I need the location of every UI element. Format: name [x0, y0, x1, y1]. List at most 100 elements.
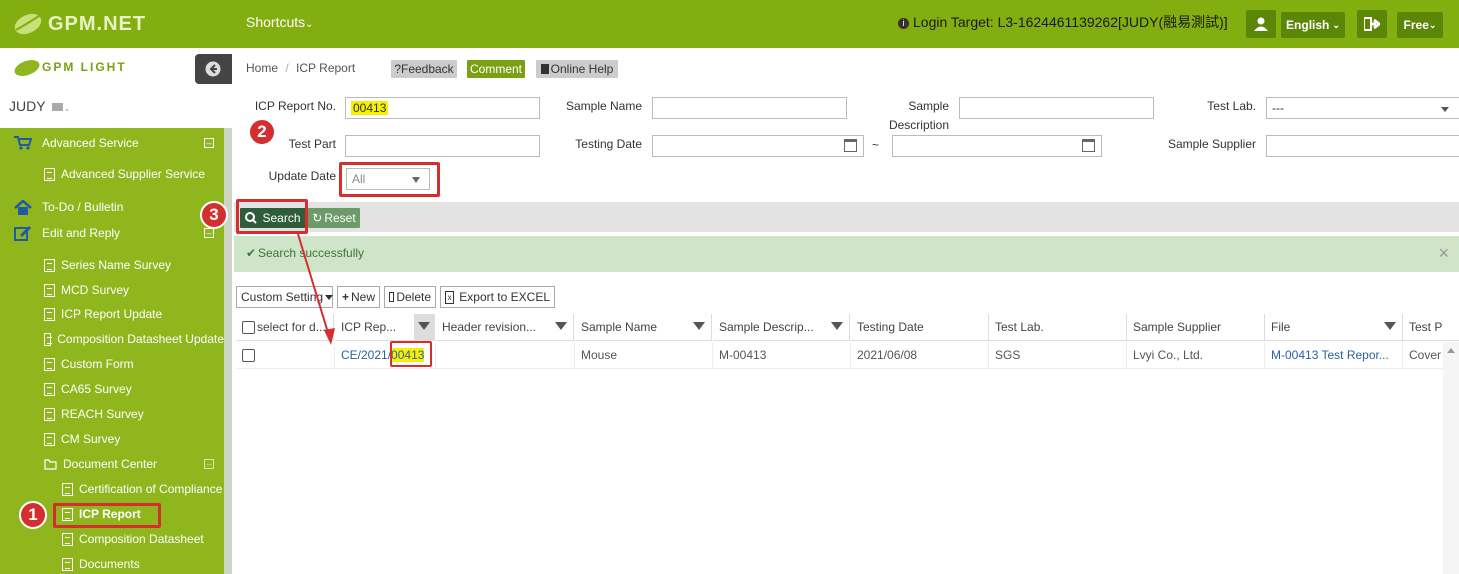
icp-report-no-input[interactable]: 00413 — [345, 97, 540, 119]
reset-label: Reset — [324, 211, 356, 225]
sidebar-item-ca65-survey[interactable]: CA65 Survey — [44, 378, 232, 400]
highlight-box-icp-report — [53, 503, 161, 528]
sample-name-input[interactable] — [652, 97, 847, 119]
export-excel-button[interactable]: x Export to EXCEL — [440, 286, 555, 308]
filter-icon[interactable] — [693, 322, 705, 330]
custom-setting-dropdown[interactable]: Custom Setting — [236, 286, 334, 308]
sidebar-item-reach-survey[interactable]: REACH Survey — [44, 403, 232, 425]
breadcrumb-home[interactable]: Home — [246, 61, 278, 75]
testing-date-to-input[interactable] — [892, 135, 1102, 157]
scroll-up-icon[interactable] — [1447, 348, 1455, 353]
filter-icon[interactable] — [831, 322, 843, 330]
collapse-icon[interactable]: – — [204, 138, 214, 148]
icp-report-no-label: ICP Report No. — [254, 99, 336, 113]
main-content: Home / ICP Report ?Feedback Comment Onli… — [234, 48, 1459, 574]
filter-icon[interactable] — [1384, 322, 1396, 330]
filter-icon[interactable] — [414, 314, 434, 340]
feedback-label: ?Feedback — [394, 62, 454, 76]
column-header-file[interactable]: File — [1265, 314, 1403, 341]
sidebar-item-icp-report-update[interactable]: ICP Report Update — [44, 303, 232, 325]
sidebar-item-composition-datasheet[interactable]: Composition Datasheet — [62, 528, 222, 550]
column-header-test-lab[interactable]: Test Lab. — [989, 314, 1127, 341]
callout-badge-2: 2 — [248, 118, 276, 146]
sidebar-item-series-name-survey[interactable]: Series Name Survey — [44, 254, 232, 276]
column-header-select[interactable]: select for d... — [236, 314, 334, 341]
callout-badge-3: 3 — [200, 201, 228, 229]
test-part-input[interactable] — [345, 135, 540, 157]
plan-button[interactable]: Free ⌄ — [1397, 12, 1443, 38]
highlight-box-update-date — [339, 162, 440, 197]
sample-description-input[interactable] — [959, 97, 1154, 119]
collapse-icon[interactable]: – — [204, 459, 214, 469]
file-link[interactable]: M-00413 Test Repor... — [1271, 348, 1389, 362]
sidebar-item-document-center[interactable]: Document Center – — [44, 453, 232, 475]
chevron-down-icon: ⌄ — [1332, 19, 1340, 30]
logout-button[interactable] — [1357, 10, 1387, 38]
close-icon[interactable]: × — [1438, 243, 1449, 264]
caret-down-icon — [1441, 107, 1449, 112]
reset-button[interactable]: ↻ Reset — [308, 208, 360, 228]
grid-vertical-scrollbar[interactable] — [1443, 342, 1459, 574]
delete-button[interactable]: Delete — [384, 286, 436, 308]
edit-icon — [14, 226, 31, 241]
comment-button[interactable]: Comment — [467, 60, 525, 78]
new-button[interactable]: + New — [337, 286, 380, 308]
plus-icon: + — [342, 290, 350, 304]
filter-icon[interactable] — [555, 322, 567, 330]
shortcuts-menu[interactable]: Shortcuts⌄ — [246, 14, 314, 30]
sidebar-item-label: ICP Report Update — [61, 307, 163, 321]
icp-report-link-prefix[interactable]: CE/2021/ — [341, 348, 391, 362]
refresh-icon: ↻ — [312, 211, 323, 225]
login-target-text: Login Target: L3-1624461139262[JUDY(融易測試… — [913, 14, 1228, 30]
column-header-label: Test Lab. — [995, 320, 1044, 334]
column-header-sample-supplier[interactable]: Sample Supplier — [1127, 314, 1265, 341]
gpm-logo[interactable]: GPM.NET — [10, 8, 170, 40]
sidebar-item-documents[interactable]: Documents — [62, 553, 222, 574]
column-header-sample-description[interactable]: Sample Descrip... — [713, 314, 850, 341]
document-icon — [62, 482, 73, 496]
new-label: New — [351, 290, 376, 304]
breadcrumb-separator: / — [285, 61, 289, 75]
online-help-button[interactable]: Online Help — [536, 60, 618, 78]
sidebar-item-cm-survey[interactable]: CM Survey — [44, 428, 232, 450]
collapse-sidebar-button[interactable] — [195, 54, 232, 84]
callout-badge-1: 1 — [19, 501, 47, 529]
document-icon — [44, 432, 55, 446]
column-header-header-revision[interactable]: Header revision... — [436, 314, 574, 341]
chevron-down-icon: ⌄ — [1428, 19, 1437, 30]
calendar-icon[interactable] — [1082, 139, 1095, 152]
breadcrumb-current: ICP Report — [296, 61, 356, 75]
language-label: English — [1286, 18, 1330, 32]
sidebar-item-advanced-service[interactable]: Advanced Service – — [14, 132, 232, 154]
feedback-button[interactable]: ?Feedback — [391, 60, 457, 78]
document-icon — [44, 332, 53, 346]
testing-date-label: Testing Date — [575, 137, 642, 151]
collapse-icon[interactable]: – — [204, 228, 214, 238]
language-button[interactable]: English ⌄ — [1281, 12, 1345, 38]
sidebar-item-mcd-survey[interactable]: MCD Survey — [44, 279, 232, 301]
sidebar-item-edit-reply[interactable]: Edit and Reply – — [14, 222, 232, 244]
export-label: Export to EXCEL — [459, 290, 550, 304]
sidebar-scrollbar[interactable] — [224, 128, 232, 574]
user-menu[interactable]: JUDY ⌄ — [9, 98, 71, 114]
column-header-icp-report[interactable]: ICP Rep... — [335, 314, 435, 341]
online-help-label: Online Help — [550, 62, 614, 76]
row-select-cell — [236, 342, 335, 369]
select-all-checkbox[interactable] — [242, 320, 255, 334]
column-header-sample-name[interactable]: Sample Name — [575, 314, 712, 341]
sidebar-item-composition-datasheet-update[interactable]: Composition Datasheet Update — [44, 328, 224, 350]
user-button[interactable] — [1246, 10, 1276, 38]
calendar-icon[interactable] — [844, 139, 857, 152]
sidebar-item-custom-form[interactable]: Custom Form — [44, 353, 232, 375]
column-header-test-part[interactable]: Test P — [1403, 314, 1459, 341]
testing-date-from-input[interactable] — [652, 135, 864, 157]
document-icon — [44, 407, 55, 421]
row-checkbox[interactable] — [242, 348, 255, 362]
column-header-testing-date[interactable]: Testing Date — [851, 314, 989, 341]
sidebar-item-label: Custom Form — [61, 357, 134, 371]
sidebar-item-advanced-supplier-service[interactable]: Advanced Supplier Service — [44, 163, 232, 185]
sample-supplier-input[interactable] — [1266, 135, 1459, 157]
test-lab-select[interactable]: --- — [1266, 97, 1459, 119]
sidebar-item-certification-of-compliance[interactable]: Certification of Compliance — [62, 478, 224, 500]
search-action-bar: Search ↻ Reset — [234, 202, 1459, 232]
